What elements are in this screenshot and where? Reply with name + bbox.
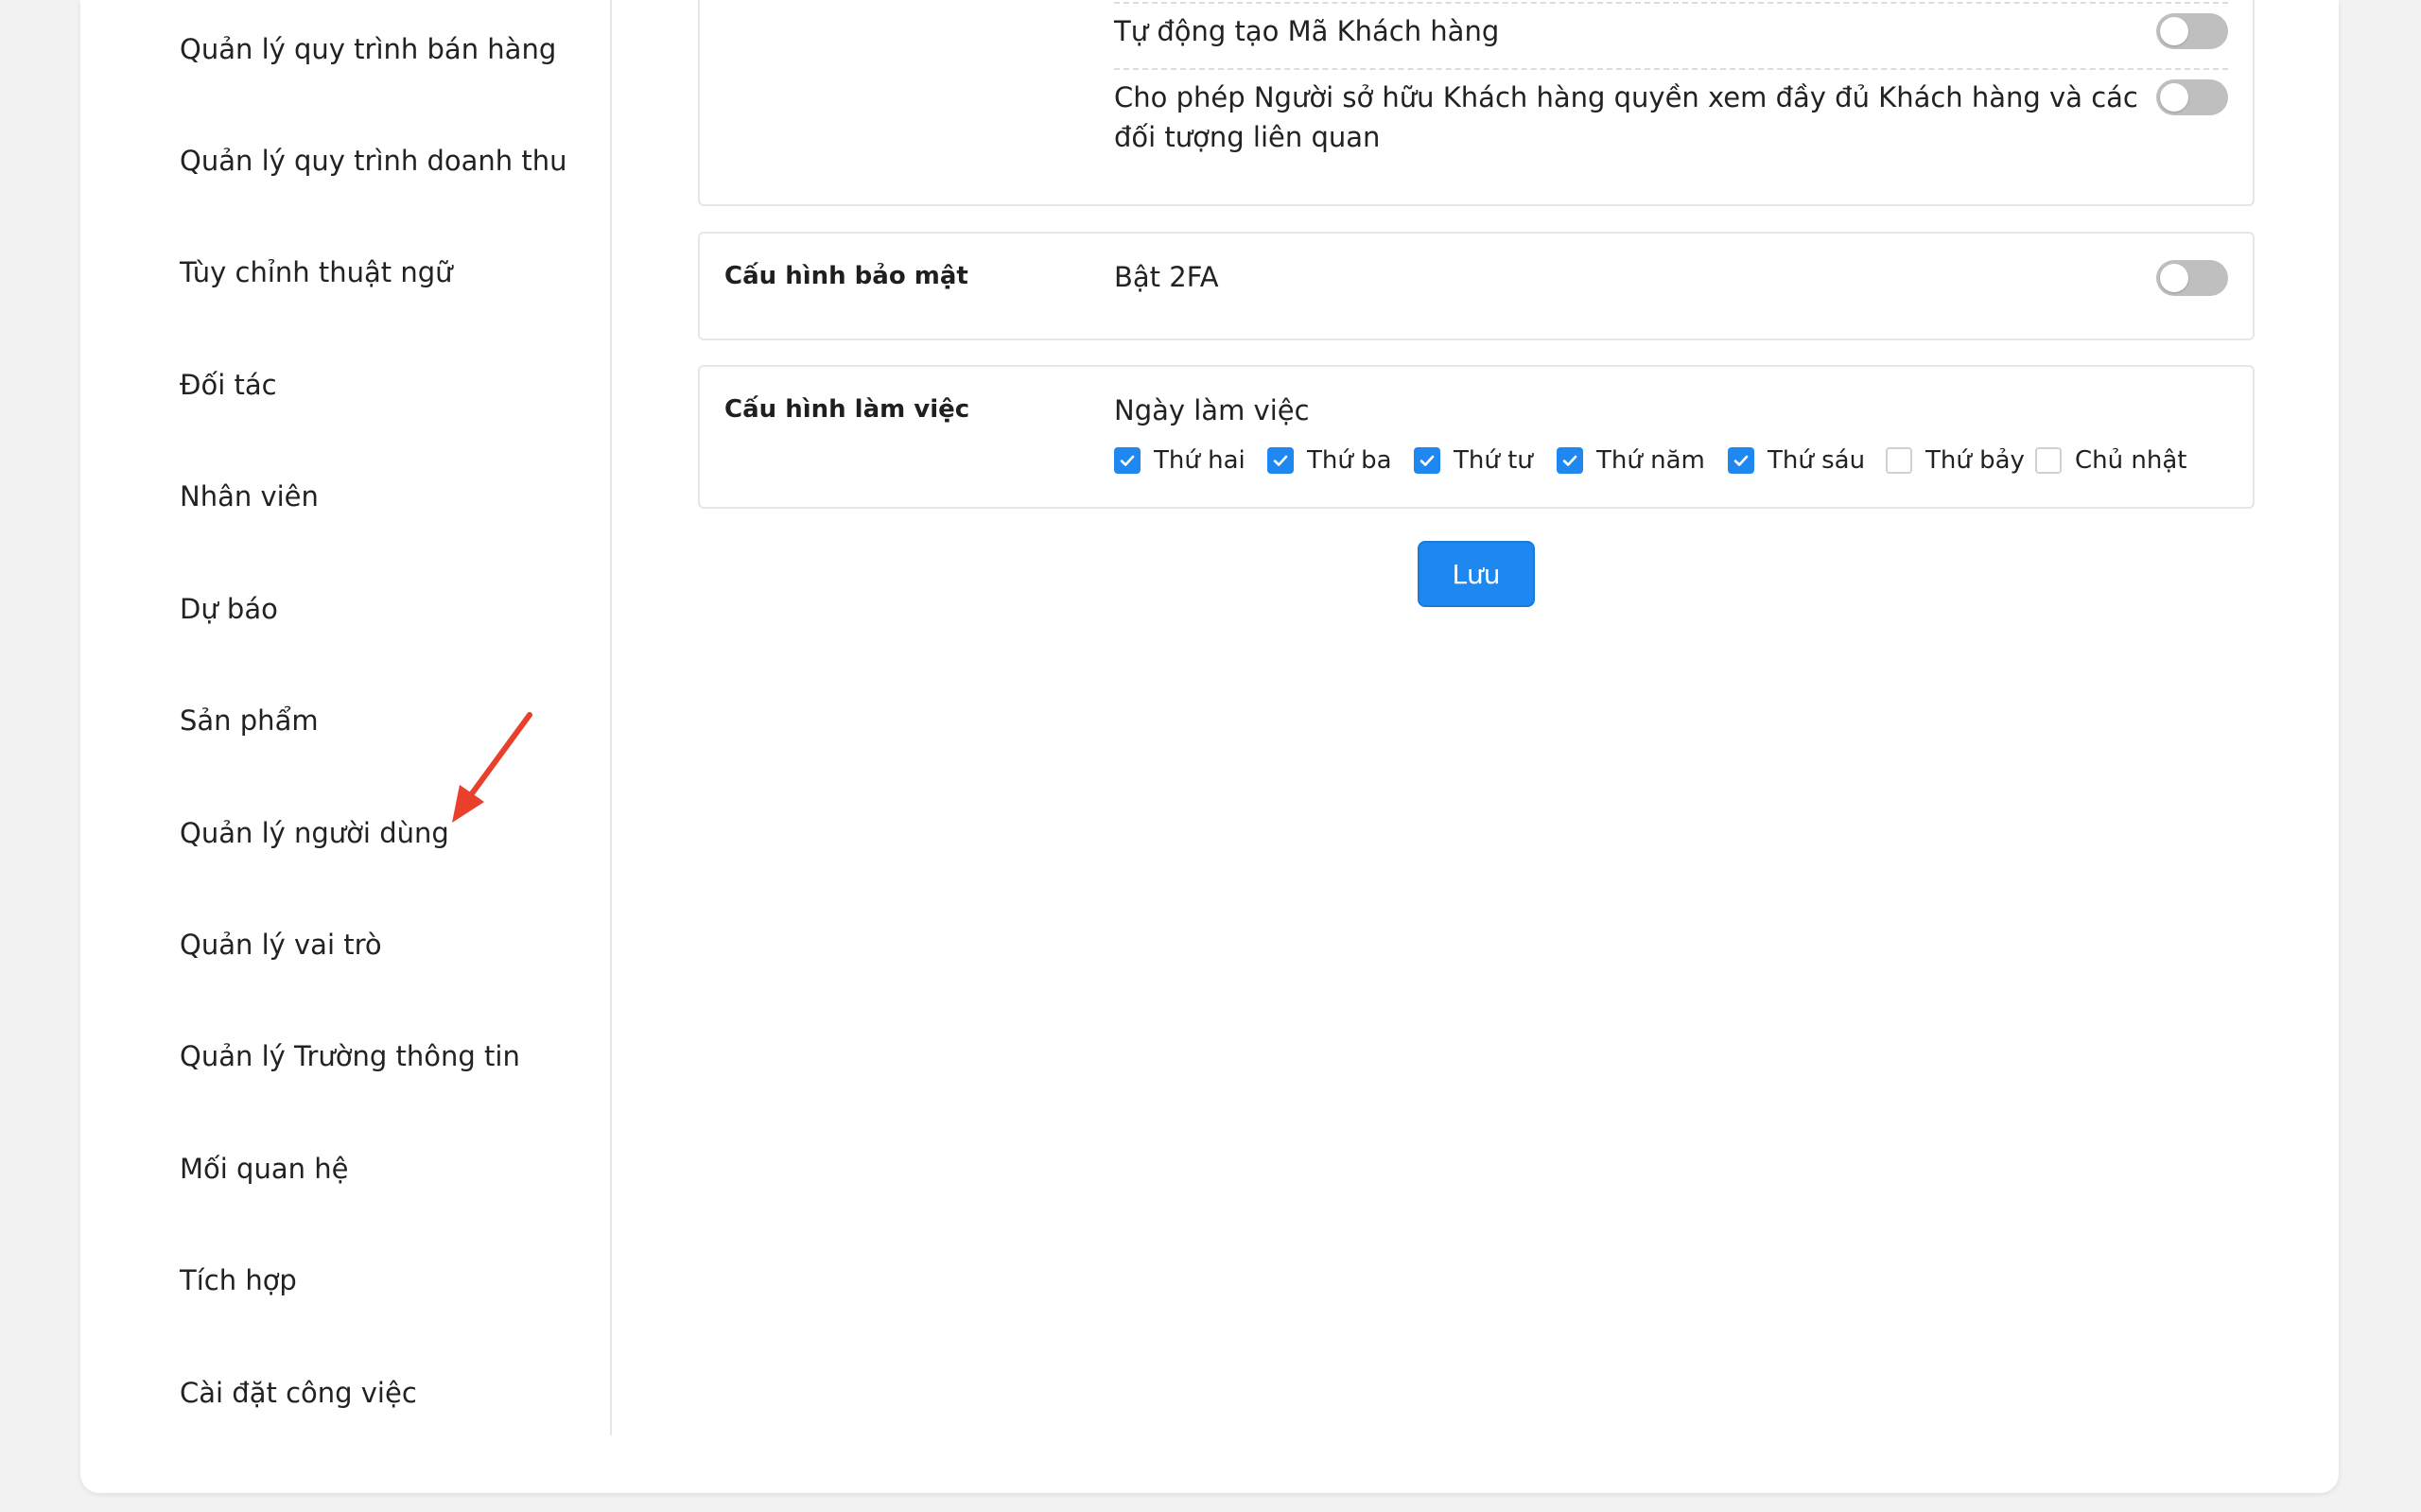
sidebar-item-integrations[interactable]: Tích hợp — [180, 1261, 297, 1299]
day-thursday[interactable]: Thứ năm — [1557, 446, 1705, 475]
wednesday-label: Thứ tư — [1454, 446, 1533, 475]
settings-sidebar: Quản lý quy trình bán hàng Quản lý quy t… — [80, 0, 612, 1435]
sidebar-item-field-management[interactable]: Quản lý Trường thông tin — [180, 1037, 520, 1075]
working-days-label: Ngày làm việc — [1114, 394, 1310, 426]
auto-customer-code-toggle[interactable] — [2156, 13, 2228, 49]
customer-settings-card: Tự động tạo Mã Khách hàng Cho phép Người… — [698, 0, 2255, 206]
sidebar-item-products[interactable]: Sản phẩm — [180, 702, 319, 739]
sunday-label: Chủ nhật — [2075, 446, 2187, 475]
save-button[interactable]: Lưu — [1418, 541, 1535, 607]
friday-label: Thứ sáu — [1768, 446, 1866, 475]
day-sunday[interactable]: Chủ nhật — [2035, 446, 2186, 475]
day-tuesday[interactable]: Thứ ba — [1267, 446, 1392, 475]
check-icon — [1420, 455, 1435, 466]
sidebar-item-forecast[interactable]: Dự báo — [180, 590, 278, 628]
sidebar-item-revenue-process[interactable]: Quản lý quy trình doanh thu — [180, 142, 567, 180]
check-icon — [1273, 455, 1288, 466]
toggle-knob — [2160, 264, 2188, 292]
day-friday[interactable]: Thứ sáu — [1728, 446, 1865, 475]
monday-label: Thứ hai — [1154, 446, 1245, 475]
working-settings-title: Cấu hình làm việc — [724, 395, 970, 424]
check-icon — [1562, 455, 1577, 466]
wednesday-checkbox[interactable] — [1414, 447, 1440, 474]
sidebar-item-terminology[interactable]: Tùy chỉnh thuật ngữ — [180, 253, 453, 291]
saturday-label: Thứ bảy — [1925, 446, 2025, 475]
tuesday-label: Thứ ba — [1307, 446, 1392, 475]
monday-checkbox[interactable] — [1114, 447, 1141, 474]
twofa-toggle[interactable] — [2156, 260, 2228, 296]
thursday-checkbox[interactable] — [1557, 447, 1583, 474]
divider — [1114, 68, 2228, 70]
sidebar-item-sales-process[interactable]: Quản lý quy trình bán hàng — [180, 30, 556, 68]
toggle-knob — [2160, 17, 2188, 45]
sidebar-item-partners[interactable]: Đối tác — [180, 366, 277, 404]
sidebar-item-task-settings[interactable]: Cài đặt công việc — [180, 1374, 417, 1412]
twofa-label: Bật 2FA — [1114, 261, 1219, 293]
saturday-checkbox[interactable] — [1886, 447, 1912, 474]
thursday-label: Thứ năm — [1596, 446, 1705, 475]
day-saturday[interactable]: Thứ bảy — [1886, 446, 2025, 475]
owner-full-view-label: Cho phép Người sở hữu Khách hàng quyền x… — [1114, 81, 2138, 153]
friday-checkbox[interactable] — [1728, 447, 1754, 474]
tuesday-checkbox[interactable] — [1267, 447, 1294, 474]
sidebar-item-relationships[interactable]: Mối quan hệ — [180, 1150, 348, 1188]
toggle-knob — [2160, 83, 2188, 112]
settings-panel: Quản lý quy trình bán hàng Quản lý quy t… — [80, 0, 2339, 1493]
check-icon — [1120, 455, 1135, 466]
day-wednesday[interactable]: Thứ tư — [1414, 446, 1533, 475]
sunday-checkbox[interactable] — [2035, 447, 2062, 474]
sidebar-item-user-management[interactable]: Quản lý người dùng — [180, 814, 449, 852]
auto-customer-code-label: Tự động tạo Mã Khách hàng — [1114, 15, 1500, 47]
check-icon — [1733, 455, 1749, 466]
day-monday[interactable]: Thứ hai — [1114, 446, 1245, 475]
sidebar-item-role-management[interactable]: Quản lý vai trò — [180, 926, 382, 964]
divider — [1114, 2, 2228, 4]
owner-full-view-toggle[interactable] — [2156, 79, 2228, 115]
working-settings-card: Cấu hình làm việc Ngày làm việc Thứ hai … — [698, 365, 2255, 509]
security-settings-title: Cấu hình bảo mật — [724, 262, 968, 290]
sidebar-item-employees[interactable]: Nhân viên — [180, 478, 319, 515]
security-settings-card: Cấu hình bảo mật Bật 2FA — [698, 232, 2255, 340]
